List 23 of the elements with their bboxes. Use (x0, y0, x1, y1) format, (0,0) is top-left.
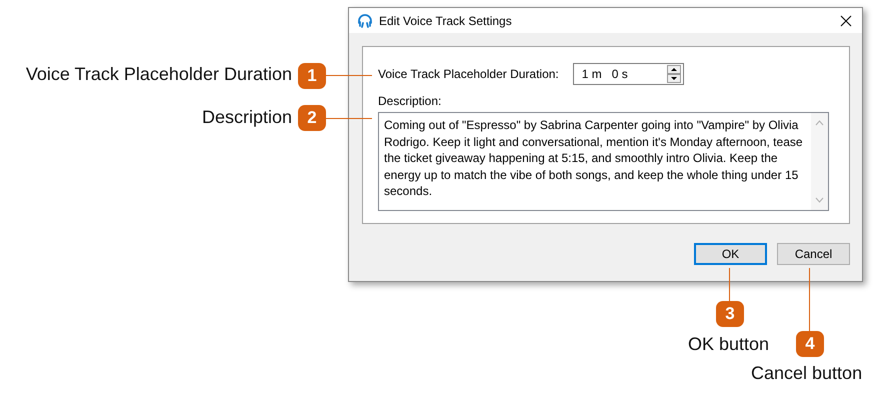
callout-label: Voice Track Placeholder Duration (26, 64, 292, 85)
scrollbar[interactable] (811, 113, 828, 210)
number-badge: 1 (298, 63, 326, 89)
window-title: Edit Voice Track Settings (379, 14, 513, 28)
callout-label: OK button (688, 334, 770, 355)
callout-label: Description (202, 107, 292, 128)
number-badge: 2 (298, 105, 326, 131)
description-label: Description: (378, 94, 442, 108)
leader-line (729, 268, 730, 301)
spin-arrows-icon[interactable] (666, 65, 681, 83)
cancel-button[interactable]: Cancel (777, 243, 850, 265)
number-badge: 3 (716, 301, 744, 327)
description-field[interactable]: Coming out of "Espresso" by Sabrina Carpenter going into "Vampire" by Olivia Rodrigo. Keep it light and conversational, mention it's Monday afternoon, tease the ticket giveaway happening at 5:15, and smoothly intro Olivia. Keep the energy up to match the vibe of both songs, and keep the whole thing under 15 seconds. (378, 112, 829, 211)
leader-line (326, 118, 372, 119)
headphones-icon (357, 12, 373, 28)
callout-label: Cancel button (751, 363, 862, 384)
close-icon[interactable] (840, 14, 852, 26)
number-badge: 4 (796, 331, 824, 357)
leader-line (326, 75, 372, 76)
duration-label: Voice Track Placeholder Duration: (378, 67, 559, 81)
duration-spinner[interactable]: 1 m 0 s (572, 63, 684, 85)
leader-line (809, 268, 810, 331)
ok-button[interactable]: OK (694, 243, 767, 265)
